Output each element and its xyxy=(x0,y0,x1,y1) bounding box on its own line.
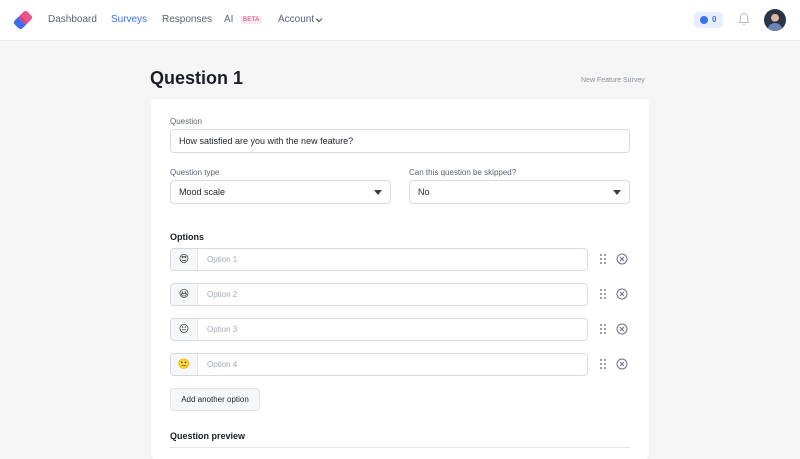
app-logo-icon[interactable] xyxy=(14,11,32,29)
credits-icon xyxy=(700,16,708,24)
credits-button[interactable]: 0 xyxy=(694,12,723,28)
chevron-down-icon[interactable] xyxy=(315,16,323,24)
options-heading: Options xyxy=(170,232,204,242)
add-option-button[interactable]: Add another option xyxy=(170,388,260,411)
option-row: 😃 Option 2 xyxy=(170,283,588,306)
question-type-select[interactable]: Mood scale xyxy=(170,180,391,204)
nav-ai[interactable]: AI xyxy=(224,14,233,25)
question-type-value: Mood scale xyxy=(179,187,226,197)
option-row: 🙁 Option 4 xyxy=(170,353,588,376)
question-input[interactable]: How satisfied are you with the new featu… xyxy=(170,129,630,153)
remove-circle-icon[interactable] xyxy=(616,288,628,300)
avatar[interactable] xyxy=(764,9,786,31)
option-input[interactable]: Option 3 xyxy=(207,325,237,334)
beta-badge: BETA xyxy=(240,16,263,24)
bell-icon[interactable] xyxy=(738,12,750,26)
preview-heading: Question preview xyxy=(170,431,246,441)
option-input[interactable]: Option 1 xyxy=(207,255,237,264)
option-row: 😐 Option 3 xyxy=(170,318,588,341)
remove-circle-icon[interactable] xyxy=(616,358,628,370)
drag-handle-icon[interactable] xyxy=(599,358,607,370)
emoji-picker[interactable]: 😍 xyxy=(171,249,198,270)
caret-down-icon xyxy=(613,190,621,195)
emoji-picker[interactable]: 😐 xyxy=(171,319,198,340)
emoji-picker[interactable]: 🙁 xyxy=(171,354,198,375)
skip-label: Can this question be skipped? xyxy=(409,168,517,177)
drag-handle-icon[interactable] xyxy=(599,253,607,265)
question-label: Question xyxy=(170,117,203,126)
drag-handle-icon[interactable] xyxy=(599,288,607,300)
option-input[interactable]: Option 2 xyxy=(207,290,237,299)
credits-count: 0 xyxy=(712,15,717,24)
option-row: 😍 Option 1 xyxy=(170,248,588,271)
nav-account[interactable]: Account xyxy=(278,14,314,25)
skip-select[interactable]: No xyxy=(409,180,630,204)
top-nav: Dashboard Surveys Responses AI BETA Acco… xyxy=(0,0,800,41)
drag-handle-icon[interactable] xyxy=(599,323,607,335)
nav-surveys[interactable]: Surveys xyxy=(111,14,147,25)
nav-responses[interactable]: Responses xyxy=(162,14,212,25)
remove-circle-icon[interactable] xyxy=(616,253,628,265)
option-input[interactable]: Option 4 xyxy=(207,360,237,369)
skip-value: No xyxy=(418,187,430,197)
emoji-picker[interactable]: 😃 xyxy=(171,284,198,305)
remove-circle-icon[interactable] xyxy=(616,323,628,335)
survey-name[interactable]: New Feature Survey xyxy=(581,77,645,84)
caret-down-icon xyxy=(374,190,382,195)
page-title: Question 1 xyxy=(150,68,244,88)
nav-dashboard[interactable]: Dashboard xyxy=(48,14,97,25)
question-type-label: Question type xyxy=(170,168,220,177)
